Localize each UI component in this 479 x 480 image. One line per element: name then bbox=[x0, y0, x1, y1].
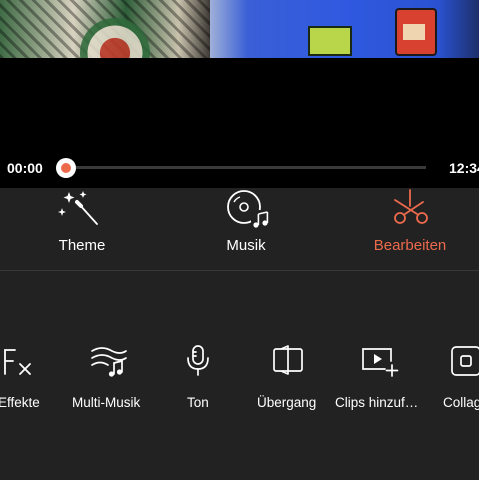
tool-collage[interactable]: Collage bbox=[443, 343, 479, 413]
tool-uebergang[interactable]: Übergang bbox=[257, 343, 321, 413]
transition-icon bbox=[273, 345, 303, 375]
tool-uebergang-label: Übergang bbox=[257, 395, 317, 410]
video-sprite-left bbox=[308, 26, 352, 56]
magic-wand-icon bbox=[58, 191, 98, 225]
video-frame-left bbox=[0, 0, 210, 58]
collage-icon bbox=[451, 346, 479, 376]
tab-bearbeiten-label: Bearbeiten bbox=[373, 237, 447, 254]
fx-icon bbox=[4, 349, 31, 375]
tab-musik[interactable]: Musik bbox=[181, 188, 311, 270]
tool-ton[interactable]: Ton bbox=[184, 343, 216, 413]
scissors-icon bbox=[394, 189, 428, 224]
progress-handle[interactable] bbox=[56, 158, 76, 178]
tool-ton-label: Ton bbox=[187, 395, 209, 410]
video-letterbox bbox=[0, 58, 479, 148]
microphone-icon bbox=[187, 345, 209, 376]
tool-clips-hinzufuegen[interactable]: Clips hinzuf… bbox=[335, 343, 423, 413]
tool-clips-hinzufuegen-label: Clips hinzuf… bbox=[335, 395, 419, 410]
progress-track[interactable] bbox=[66, 166, 426, 169]
video-frame-right bbox=[210, 0, 479, 58]
tool-effekte-label: Effekte bbox=[0, 395, 40, 410]
mode-tab-bar: Theme Musik Bearbeiten bbox=[0, 188, 479, 270]
tool-effekte[interactable]: Effekte bbox=[0, 343, 46, 413]
current-time: 00:00 bbox=[7, 160, 43, 176]
music-disc-icon bbox=[227, 190, 269, 228]
tool-collage-label: Collage bbox=[443, 395, 479, 410]
multi-music-icon bbox=[91, 347, 127, 377]
tab-musik-label: Musik bbox=[226, 237, 266, 254]
video-sprite-right bbox=[395, 8, 437, 56]
total-time: 12:34 bbox=[449, 160, 479, 176]
edit-tools-bar[interactable]: Effekte Multi-Musik Ton Übergang Clips h… bbox=[0, 271, 479, 480]
tab-theme-label: Theme bbox=[58, 237, 106, 254]
playback-timeline: 00:00 12:34 bbox=[0, 148, 479, 188]
tool-multi-musik-label: Multi-Musik bbox=[72, 395, 141, 410]
tab-theme[interactable]: Theme bbox=[17, 188, 147, 270]
video-medallion bbox=[80, 18, 150, 58]
tab-bearbeiten[interactable]: Bearbeiten bbox=[345, 188, 475, 270]
add-clip-icon bbox=[362, 348, 399, 377]
video-preview[interactable] bbox=[0, 0, 479, 58]
tool-multi-musik[interactable]: Multi-Musik bbox=[72, 343, 148, 413]
